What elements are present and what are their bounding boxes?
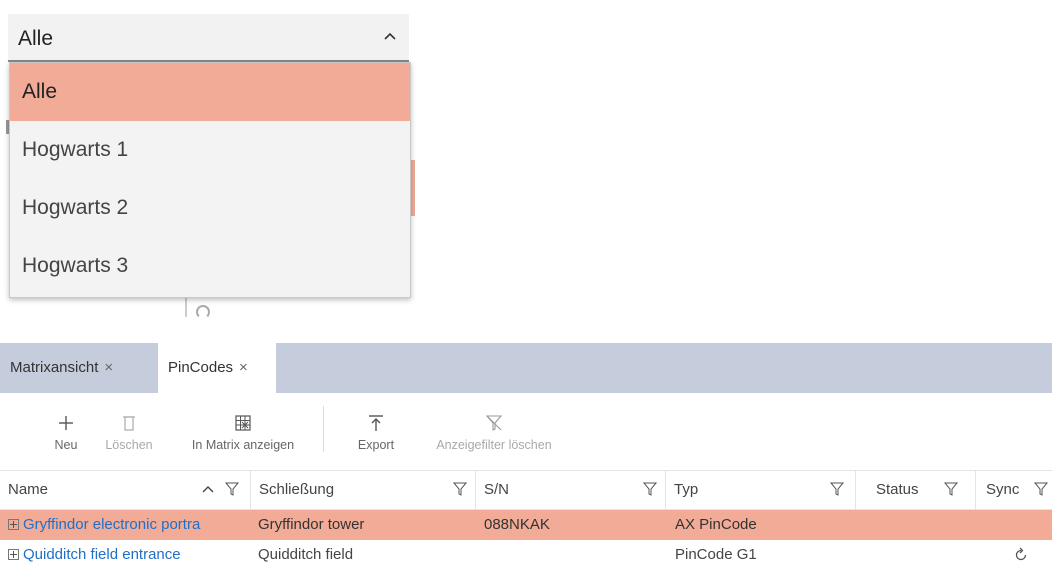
show-in-matrix-label: In Matrix anzeigen: [191, 438, 295, 452]
table-header: Name Schließung S/N Typ Status Sync: [0, 470, 1052, 510]
sort-ascending-icon[interactable]: [202, 484, 214, 494]
filter-icon[interactable]: [453, 482, 467, 496]
row-name-link[interactable]: Gryffindor electronic portra: [23, 516, 200, 533]
column-label: Typ: [674, 481, 699, 498]
delete-button[interactable]: Löschen: [101, 412, 157, 452]
filter-icon[interactable]: [830, 482, 844, 496]
column-header-status[interactable]: Status: [856, 471, 976, 509]
tab-bar: Matrixansicht × PinCodes ×: [0, 343, 1052, 393]
matrix-grid-icon: [235, 415, 251, 431]
expand-icon[interactable]: [8, 519, 19, 530]
delete-button-label: Löschen: [105, 438, 153, 452]
close-icon[interactable]: ×: [104, 359, 113, 376]
row-locking-cell: Gryffindor tower: [258, 516, 365, 533]
export-button-label: Export: [357, 438, 395, 452]
background-spinner-icon: [196, 305, 210, 319]
background-divider: [185, 297, 187, 317]
column-label: Sync: [986, 481, 1020, 498]
column-header-name[interactable]: Name: [0, 471, 251, 509]
table-row[interactable]: Quidditch field entrance Quidditch field…: [0, 540, 1052, 570]
dropdown-options-list: Alle Hogwarts 1 Hogwarts 2 Hogwarts 3: [9, 62, 411, 298]
column-label: Name: [8, 481, 49, 498]
dropdown-option-hogwarts-2[interactable]: Hogwarts 2: [10, 179, 410, 237]
row-name-link[interactable]: Quidditch field entrance: [23, 546, 181, 563]
show-in-matrix-button[interactable]: In Matrix anzeigen: [178, 412, 308, 452]
column-label: Schließung: [259, 481, 335, 498]
row-sn-cell: [484, 540, 664, 570]
dropdown-option-hogwarts-3[interactable]: Hogwarts 3: [10, 237, 410, 295]
dropdown-option-hogwarts-1[interactable]: Hogwarts 1: [10, 121, 410, 179]
column-header-sn[interactable]: S/N: [476, 471, 666, 509]
column-label: S/N: [484, 481, 510, 498]
dropdown-option-alle[interactable]: Alle: [10, 63, 410, 121]
dropdown-selected-value: Alle: [18, 27, 54, 50]
filter-icon[interactable]: [643, 482, 657, 496]
column-header-typ[interactable]: Typ: [666, 471, 856, 509]
tab-label: Matrixansicht: [10, 359, 99, 376]
expand-icon[interactable]: [8, 549, 19, 560]
plus-icon: [59, 416, 73, 430]
row-sn-cell: 088NKAK: [484, 516, 550, 533]
export-icon: [369, 415, 383, 431]
trash-icon: [123, 416, 135, 431]
clear-filter-button[interactable]: Anzeigefilter löschen: [423, 412, 565, 452]
row-type-cell: PinCode G1: [675, 546, 757, 563]
refresh-icon[interactable]: [1013, 547, 1029, 563]
location-dropdown[interactable]: Alle: [8, 14, 409, 62]
filter-icon[interactable]: [944, 482, 958, 496]
row-type-cell: AX PinCode: [675, 516, 757, 533]
new-button[interactable]: Neu: [46, 412, 86, 452]
table-row[interactable]: Gryffindor electronic portra Gryffindor …: [0, 510, 1052, 540]
filter-icon[interactable]: [225, 482, 239, 496]
column-header-sync[interactable]: Sync: [976, 471, 1052, 509]
row-name-cell[interactable]: Gryffindor electronic portra: [8, 510, 257, 540]
tab-matrixansicht[interactable]: Matrixansicht ×: [0, 343, 156, 393]
toolbar-separator: [323, 406, 324, 452]
new-button-label: Neu: [54, 438, 78, 452]
column-header-schliessung[interactable]: Schließung: [251, 471, 476, 509]
export-button[interactable]: Export: [351, 412, 401, 452]
row-name-cell[interactable]: Quidditch field entrance: [8, 540, 257, 570]
row-locking-cell: Quidditch field: [258, 546, 354, 563]
clear-filter-label: Anzeigefilter löschen: [436, 438, 552, 452]
column-label: Status: [876, 481, 919, 498]
toolbar: Neu Löschen In Matrix anzeigen Export An…: [0, 400, 1052, 462]
filter-icon[interactable]: [1034, 482, 1048, 496]
chevron-up-icon: [384, 32, 396, 40]
clear-filter-icon: [485, 415, 503, 431]
close-icon[interactable]: ×: [239, 359, 248, 376]
tab-label: PinCodes: [168, 359, 234, 376]
tab-pincodes[interactable]: PinCodes ×: [158, 343, 276, 393]
